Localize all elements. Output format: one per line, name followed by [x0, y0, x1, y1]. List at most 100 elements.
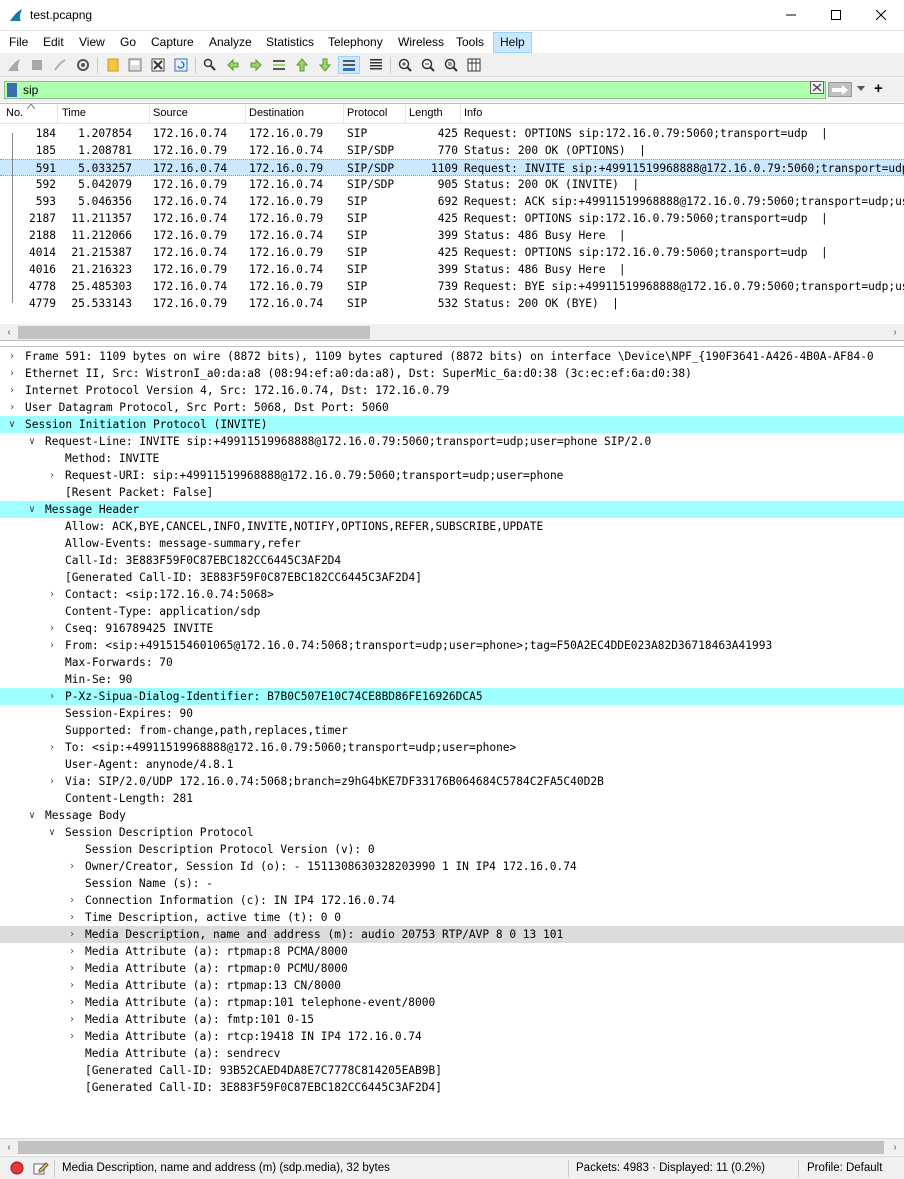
packet-list-horizontal-scrollbar[interactable]: ‹ ›: [0, 324, 904, 340]
capture-options-button[interactable]: [74, 56, 92, 74]
chevron-right-icon[interactable]: ›: [66, 977, 78, 994]
detail-tree-item[interactable]: › Owner/Creator, Session Id (o): - 151130…: [0, 858, 904, 875]
expert-info-icon[interactable]: [10, 1161, 24, 1175]
packet-row[interactable]: 591 5.033257 172.16.0.74 172.16.0.79 SIP/SDP…: [0, 159, 904, 176]
chevron-right-icon[interactable]: ›: [46, 586, 58, 603]
chevron-right-icon[interactable]: ›: [66, 994, 78, 1011]
detail-tree-item[interactable]: ∨ Session Initiation Protocol (INVITE): [0, 416, 904, 433]
detail-tree-item[interactable]: › Media Attribute (a): rtpmap:101 telepho…: [0, 994, 904, 1011]
chevron-right-icon[interactable]: ›: [46, 620, 58, 637]
filter-history-dropdown[interactable]: [854, 82, 868, 97]
scroll-thumb[interactable]: [18, 326, 370, 339]
chevron-right-icon[interactable]: ›: [46, 637, 58, 654]
zoom-out-button[interactable]: [419, 56, 437, 74]
scroll-right-icon[interactable]: ›: [888, 1140, 902, 1155]
clear-filter-button[interactable]: [810, 81, 824, 94]
chevron-right-icon[interactable]: ›: [46, 688, 58, 705]
status-profile[interactable]: Profile: Default: [807, 1162, 882, 1174]
zoom-normal-button[interactable]: [442, 56, 460, 74]
packet-row[interactable]: 593 5.046356 172.16.0.74 172.16.0.79 SIP 692 R…: [0, 193, 904, 210]
detail-tree-item[interactable]: › Contact: <sip:172.16.0.74:5068>: [0, 586, 904, 603]
detail-tree-item[interactable]: › User Datagram Protocol, Src Port: 5068,…: [0, 399, 904, 416]
maximize-button[interactable]: [813, 0, 858, 30]
detail-tree-item[interactable]: › Cseq: 916789425 INVITE: [0, 620, 904, 637]
menu-file[interactable]: File: [9, 35, 28, 49]
detail-tree-item[interactable]: ∨ Message Header: [0, 501, 904, 518]
detail-tree-item[interactable]: Allow-Events: message-summary,refer: [0, 535, 904, 552]
chevron-right-icon[interactable]: ›: [46, 773, 58, 790]
menu-telephony[interactable]: Telephony: [328, 35, 383, 49]
detail-tree-item[interactable]: › Request-URI: sip:+49911519968888@172.16…: [0, 467, 904, 484]
zoom-in-button[interactable]: [396, 56, 414, 74]
bookmark-icon[interactable]: [7, 83, 17, 97]
restart-capture-button[interactable]: [51, 56, 69, 74]
detail-tree-item[interactable]: Min-Se: 90: [0, 671, 904, 688]
chevron-right-icon[interactable]: ›: [66, 892, 78, 909]
detail-tree-item[interactable]: › To: <sip:+49911519968888@172.16.0.79:50…: [0, 739, 904, 756]
packet-row[interactable]: 4779 25.533143 172.16.0.79 172.16.0.74 SIP 53…: [0, 295, 904, 312]
detail-tree-item[interactable]: › Frame 591: 1109 bytes on wire (8872 bit…: [0, 348, 904, 365]
detail-tree-item[interactable]: [Resent Packet: False]: [0, 484, 904, 501]
chevron-right-icon[interactable]: ›: [66, 960, 78, 977]
chevron-right-icon[interactable]: ›: [6, 399, 18, 416]
packet-row[interactable]: 184 1.207854 172.16.0.74 172.16.0.79 SIP 425 R…: [0, 125, 904, 142]
reload-file-button[interactable]: [172, 56, 190, 74]
detail-tree-item[interactable]: Supported: from-change,path,replaces,tim…: [0, 722, 904, 739]
detail-tree-item[interactable]: User-Agent: anynode/4.8.1: [0, 756, 904, 773]
resize-columns-button[interactable]: [465, 56, 483, 74]
detail-tree-item[interactable]: Allow: ACK,BYE,CANCEL,INFO,INVITE,NOTIFY…: [0, 518, 904, 535]
menu-tools[interactable]: Tools: [456, 35, 484, 49]
chevron-down-icon[interactable]: ∨: [26, 501, 38, 518]
column-header-info[interactable]: Info: [464, 107, 482, 119]
detail-tree-item[interactable]: › Media Attribute (a): rtcp:19418 IN IP4 …: [0, 1028, 904, 1045]
apply-filter-button[interactable]: [828, 82, 852, 97]
column-header-time[interactable]: Time: [62, 107, 86, 119]
chevron-down-icon[interactable]: ∨: [6, 416, 18, 433]
menu-wireless[interactable]: Wireless: [398, 35, 444, 49]
menu-go[interactable]: Go: [120, 35, 136, 49]
packet-row[interactable]: 4014 21.215387 172.16.0.74 172.16.0.79 SIP 42…: [0, 244, 904, 261]
chevron-right-icon[interactable]: ›: [46, 739, 58, 756]
detail-tree-item[interactable]: Max-Forwards: 70: [0, 654, 904, 671]
packet-row[interactable]: 2187 11.211357 172.16.0.74 172.16.0.79 SIP 42…: [0, 210, 904, 227]
detail-tree-item[interactable]: ∨ Message Body: [0, 807, 904, 824]
scroll-thumb[interactable]: [18, 1141, 884, 1154]
detail-tree-item[interactable]: › P-Xz-Sipua-Dialog-Identifier: B7B0C507E…: [0, 688, 904, 705]
detail-tree-item[interactable]: Media Attribute (a): sendrecv: [0, 1045, 904, 1062]
detail-tree-item[interactable]: Call-Id: 3E883F59F0C87EBC182CC6445C3AF2D…: [0, 552, 904, 569]
chevron-right-icon[interactable]: ›: [66, 1011, 78, 1028]
column-header-source[interactable]: Source: [153, 107, 188, 119]
scroll-right-icon[interactable]: ›: [888, 325, 902, 340]
detail-tree-item[interactable]: [Generated Call-ID: 3E883F59F0C87EBC182C…: [0, 569, 904, 586]
detail-tree-item[interactable]: ∨ Request-Line: INVITE sip:+4991151996888…: [0, 433, 904, 450]
go-forward-button[interactable]: [247, 56, 265, 74]
menu-edit[interactable]: Edit: [43, 35, 64, 49]
detail-tree-item[interactable]: ∨ Session Description Protocol: [0, 824, 904, 841]
column-header-protocol[interactable]: Protocol: [347, 107, 387, 119]
detail-tree-item[interactable]: Content-Type: application/sdp: [0, 603, 904, 620]
packet-row[interactable]: 592 5.042079 172.16.0.79 172.16.0.74 SIP/SDP…: [0, 176, 904, 193]
open-file-button[interactable]: [104, 56, 122, 74]
menu-analyze[interactable]: Analyze: [209, 35, 252, 49]
chevron-down-icon[interactable]: ∨: [26, 807, 38, 824]
menu-statistics[interactable]: Statistics: [266, 35, 314, 49]
menu-help[interactable]: Help: [493, 32, 532, 53]
go-back-button[interactable]: [224, 56, 242, 74]
detail-tree-item[interactable]: › Media Description, name and address (m)…: [0, 926, 904, 943]
menu-view[interactable]: View: [79, 35, 105, 49]
detail-tree-item[interactable]: › Ethernet II, Src: WistronI_a0:da:a8 (08…: [0, 365, 904, 382]
chevron-right-icon[interactable]: ›: [6, 365, 18, 382]
detail-tree-item[interactable]: › Time Description, active time (t): 0 0: [0, 909, 904, 926]
detail-tree-item[interactable]: Session Name (s): -: [0, 875, 904, 892]
add-filter-button-icon[interactable]: +: [874, 80, 883, 97]
detail-tree-item[interactable]: Content-Length: 281: [0, 790, 904, 807]
detail-tree-item[interactable]: › From: <sip:+4915154601065@172.16.0.74:5…: [0, 637, 904, 654]
chevron-right-icon[interactable]: ›: [6, 382, 18, 399]
chevron-down-icon[interactable]: ∨: [46, 824, 58, 841]
start-capture-button[interactable]: [5, 56, 23, 74]
find-packet-button[interactable]: [201, 56, 219, 74]
column-header-destination[interactable]: Destination: [249, 107, 304, 119]
packet-row[interactable]: 2188 11.212066 172.16.0.79 172.16.0.74 SIP 39…: [0, 227, 904, 244]
save-file-button[interactable]: [126, 56, 144, 74]
display-filter-input[interactable]: sip: [4, 81, 826, 99]
